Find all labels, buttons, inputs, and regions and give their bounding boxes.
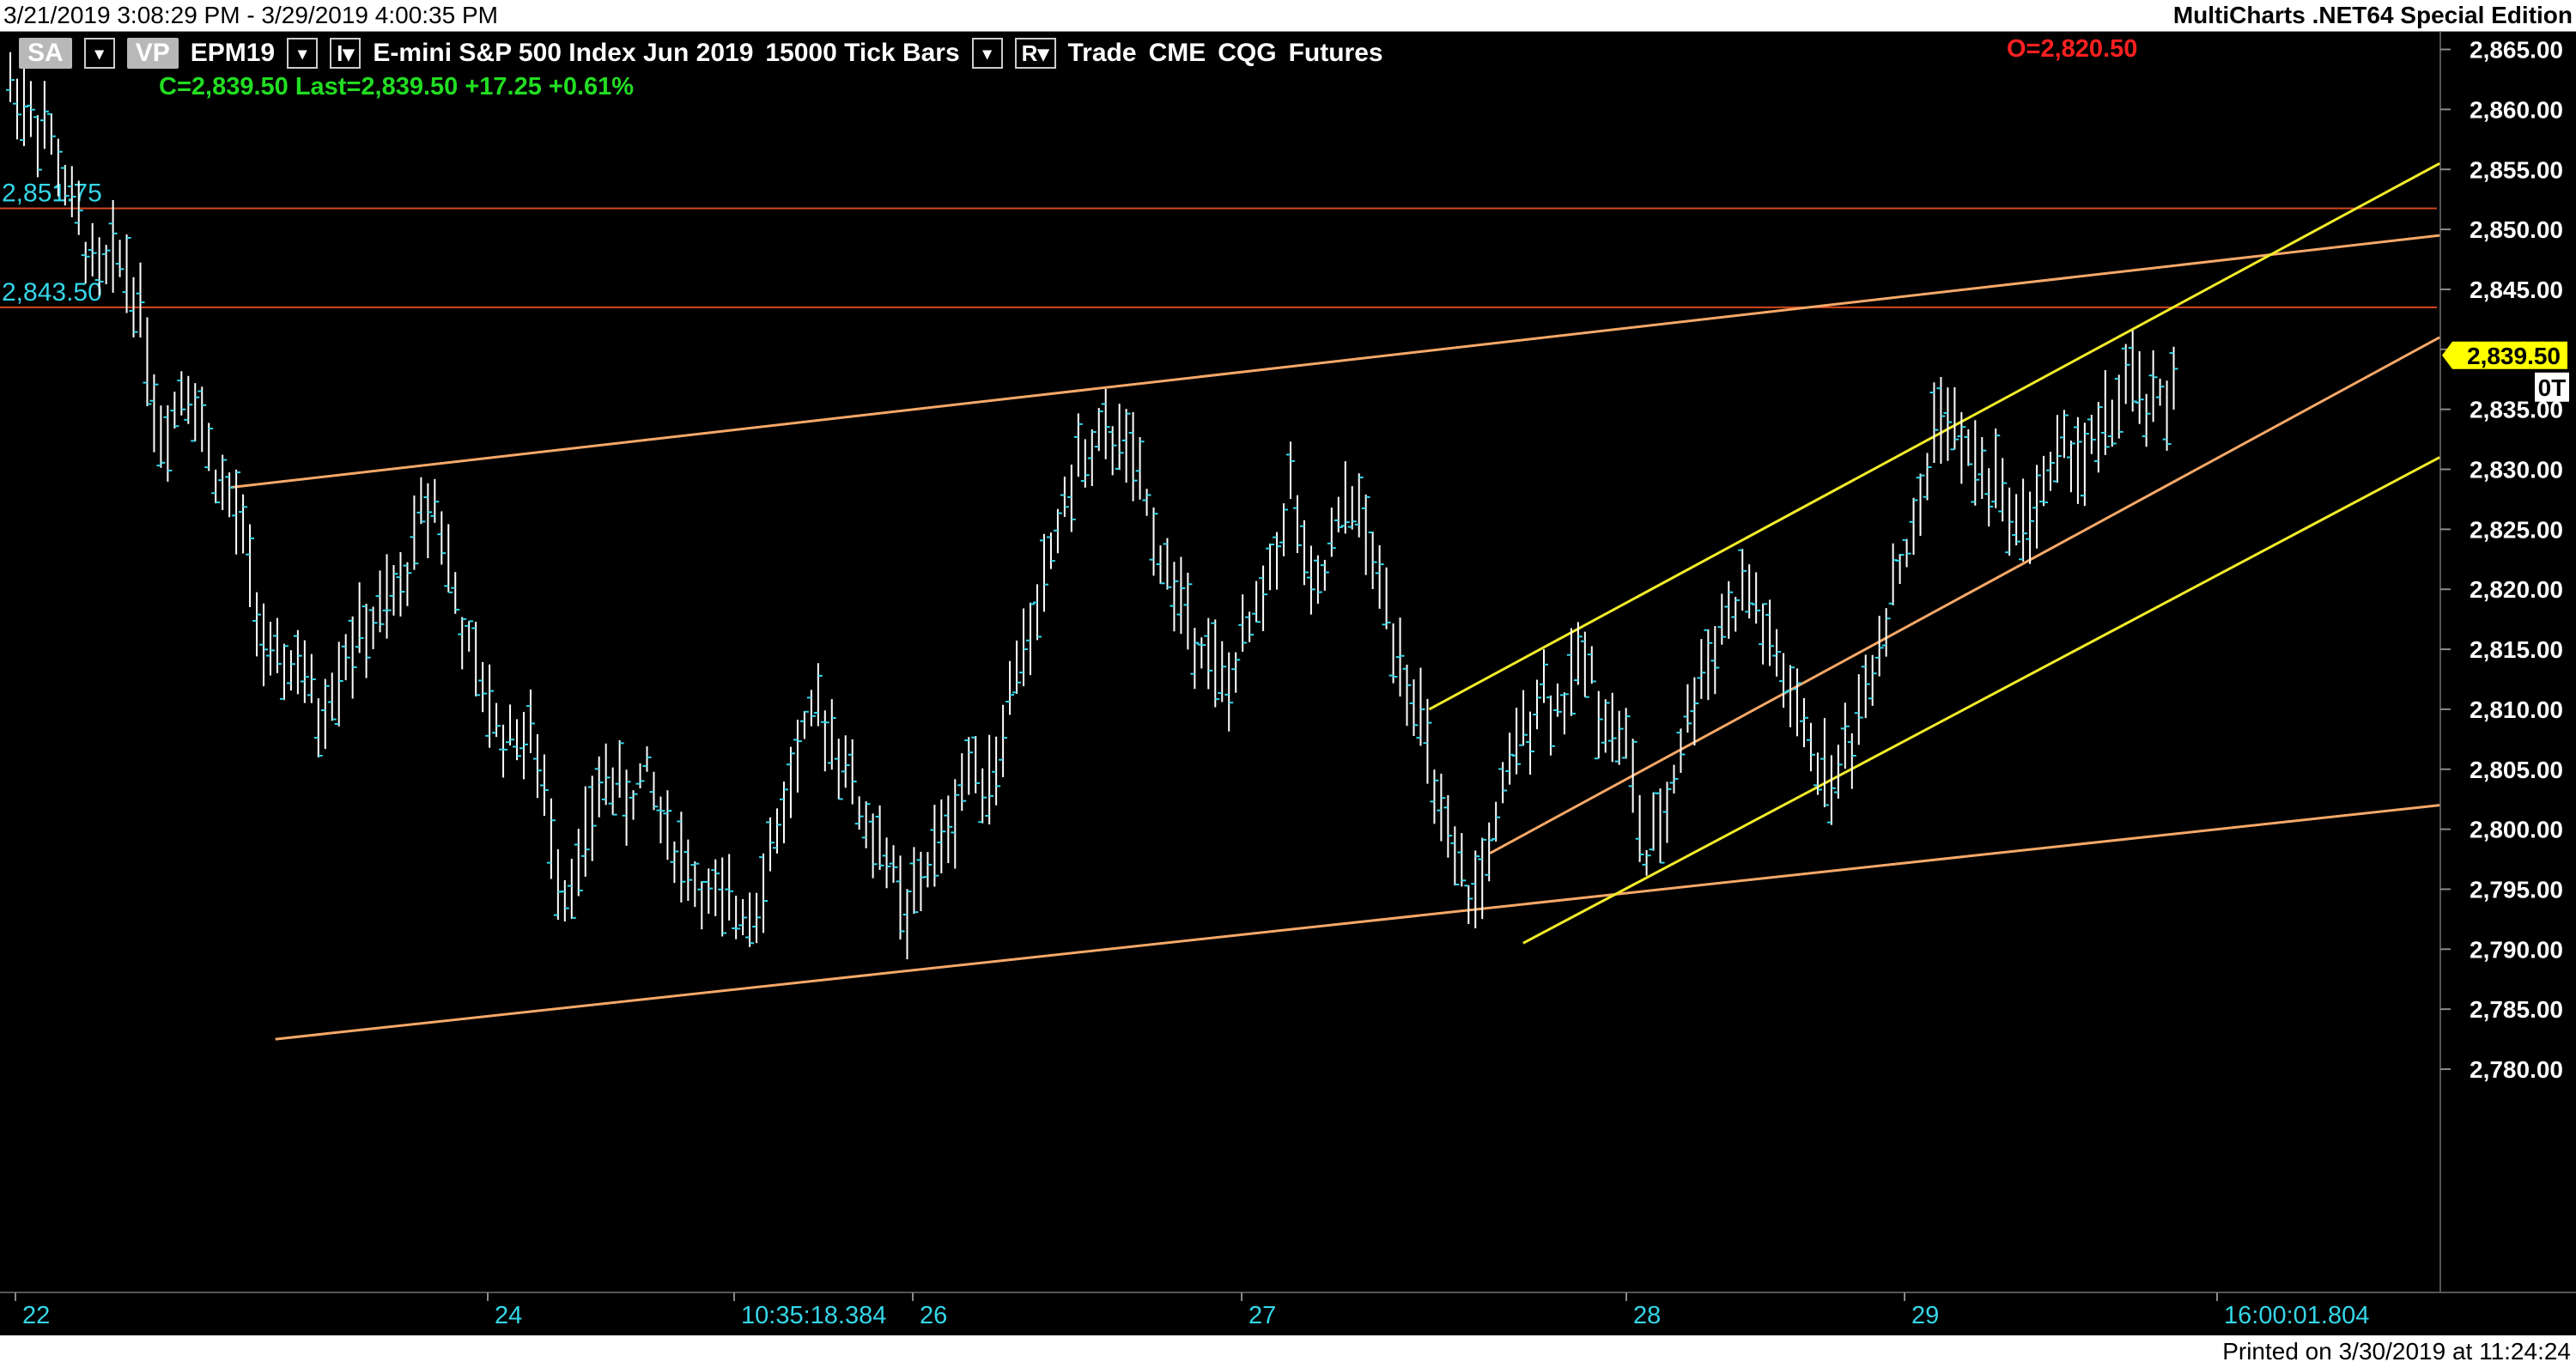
price-tick-label: 2,860.00 xyxy=(2470,96,2563,123)
price-tick-label: 2,830.00 xyxy=(2470,457,2563,483)
trendline[interactable] xyxy=(1522,456,2440,945)
time-tick-label: 16:00:01.804 xyxy=(2224,1302,2369,1329)
bar-type-dropdown[interactable]: ▾ xyxy=(971,38,1003,69)
printed-timestamp: Printed on 3/30/2019 at 11:24:24 xyxy=(2222,1338,2571,1365)
price-tick-label: 2,825.00 xyxy=(2470,516,2563,543)
last-price-label: 2,839.50 xyxy=(2467,343,2561,369)
window-title-bar: 3/21/2019 3:08:29 PM - 3/29/2019 4:00:35… xyxy=(0,0,2576,32)
price-tick-label: 2,850.00 xyxy=(2470,216,2563,243)
time-tick-label: 26 xyxy=(920,1302,947,1329)
time-tick-label: 29 xyxy=(1911,1302,1939,1329)
trade-button[interactable]: Trade xyxy=(1068,39,1137,68)
app-title: MultiCharts .NET64 Special Edition xyxy=(2172,2,2573,28)
r-dropdown[interactable]: R ▾ xyxy=(1014,38,1056,69)
trendline[interactable] xyxy=(275,804,2440,1041)
symbol-label[interactable]: EPM19 xyxy=(191,39,275,68)
price-tick-label: 2,785.00 xyxy=(2470,996,2563,1023)
price-tick-label: 2,780.00 xyxy=(2470,1056,2563,1083)
symbol-dropdown[interactable]: ▾ xyxy=(287,38,319,69)
level-label: 2,843.50 xyxy=(2,278,102,307)
sa-button[interactable]: SA xyxy=(19,38,72,69)
price-tick-label: 2,815.00 xyxy=(2470,636,2563,663)
price-tick-label: 2,855.00 xyxy=(2470,156,2563,183)
chart-area[interactable]: 2,870.002,865.002,860.002,855.002,850.00… xyxy=(0,32,2576,1335)
instrument-name: E-mini S&P 500 Index Jun 2019 xyxy=(373,39,754,67)
quote-line: C=2,839.50 Last=2,839.50 +17.25 +0.61% xyxy=(159,73,635,100)
bar-type: 15000 Tick Bars xyxy=(765,39,960,67)
chevron-down-icon: ▾ xyxy=(982,44,992,64)
time-tick-label: 24 xyxy=(495,1302,522,1329)
chevron-down-icon: ▾ xyxy=(94,44,104,64)
sa-dropdown[interactable]: ▾ xyxy=(83,38,115,69)
open-price-label: O=2,820.50 xyxy=(2007,35,2138,63)
date-range: 3/21/2019 3:08:29 PM - 3/29/2019 4:00:35… xyxy=(3,2,498,28)
exchange-label: CME xyxy=(1148,39,1206,67)
chevron-down-icon: ▾ xyxy=(298,44,307,64)
price-tick-label: 2,790.00 xyxy=(2470,936,2563,963)
price-tick-label: 2,795.00 xyxy=(2470,876,2563,903)
chevron-down-icon: ▾ xyxy=(1037,40,1049,66)
r-label: R xyxy=(1021,40,1038,66)
price-chart[interactable]: 2,870.002,865.002,860.002,855.002,850.00… xyxy=(0,32,2576,1335)
time-tick-label: 22 xyxy=(22,1302,50,1329)
price-tick-label: 2,845.00 xyxy=(2470,277,2563,303)
last-tag: 0T xyxy=(2538,374,2567,401)
level-label: 2,851.75 xyxy=(2,179,102,208)
price-tick-label: 2,820.00 xyxy=(2470,576,2563,603)
instrument-i-dropdown[interactable]: I ▾ xyxy=(330,38,361,69)
vp-button[interactable]: VP xyxy=(126,38,179,69)
price-tick-label: 2,800.00 xyxy=(2470,817,2563,843)
price-tick-label: 2,865.00 xyxy=(2470,37,2563,64)
trendline[interactable] xyxy=(231,234,2440,489)
print-footer: Printed on 3/30/2019 at 11:24:24 xyxy=(0,1336,2576,1368)
chart-toolbar: SA ▾ VP EPM19 ▾ I ▾ E-mini S&P 500 Index … xyxy=(19,35,1383,71)
price-tick-label: 2,805.00 xyxy=(2470,757,2563,783)
time-tick-label: 28 xyxy=(1633,1302,1661,1329)
price-tick-label: 2,810.00 xyxy=(2470,696,2563,723)
time-tick-label: 10:35:18.384 xyxy=(741,1302,886,1329)
datafeed-label: CQG xyxy=(1218,39,1277,67)
time-tick-label: 27 xyxy=(1249,1302,1276,1329)
chevron-down-icon: ▾ xyxy=(343,40,355,66)
category-label: Futures xyxy=(1288,39,1383,67)
